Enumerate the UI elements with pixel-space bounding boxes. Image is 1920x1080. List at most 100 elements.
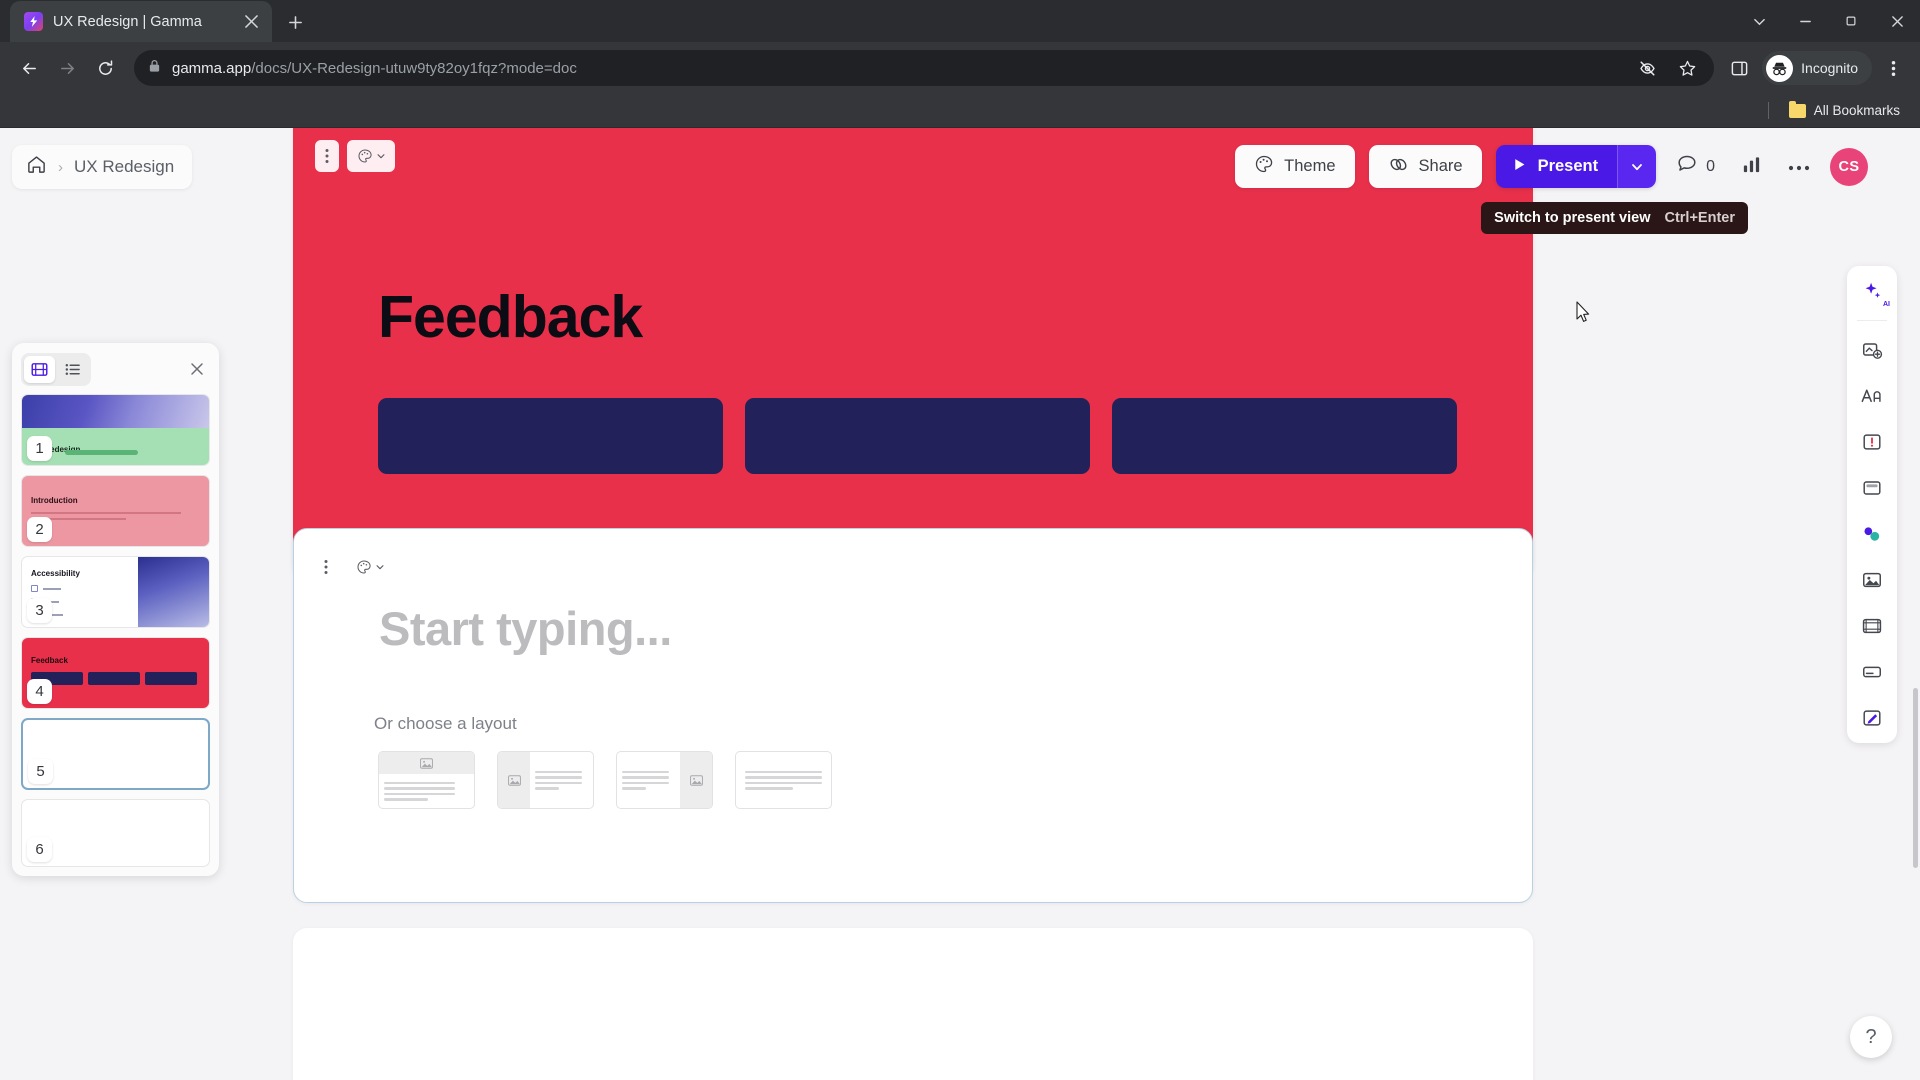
bookmark-star-icon[interactable] [1674,55,1700,81]
card-controls [315,140,395,172]
slides-panel-header [21,352,210,386]
tab-strip: UX Redesign | Gamma [0,0,1920,42]
present-label: Present [1537,157,1599,175]
address-bar[interactable]: gamma.app/docs/UX-Redesign-utuw9ty82oy1f… [134,50,1715,86]
maximize-icon[interactable] [1828,0,1874,42]
breadcrumb[interactable]: › UX Redesign [12,145,193,189]
play-icon [1512,157,1527,177]
list-item-number: 3 [27,598,52,623]
list-item[interactable]: Accessibility 3 [21,556,210,628]
profile-label: Incognito [1801,60,1858,76]
share-label: Share [1418,157,1463,175]
breadcrumb-title[interactable]: UX Redesign [74,157,174,177]
window-controls [1736,0,1920,42]
present-dropdown-button[interactable] [1617,145,1657,188]
document-canvas[interactable]: Feedback Start typing... Or choose a lay… [0,128,1920,1080]
image-icon [680,752,712,808]
list-item[interactable]: Introduction 2 [21,475,210,547]
minimize-to-tray-icon[interactable] [1736,0,1782,42]
help-button[interactable]: ? [1850,1016,1892,1058]
palette-icon [1254,154,1274,179]
list-view-icon[interactable] [57,356,88,383]
add-card-icon[interactable] [1853,333,1891,367]
back-arrow-icon[interactable] [12,51,46,85]
card-theme-button[interactable] [347,140,395,172]
tooltip-text: Switch to present view [1494,210,1651,226]
ellipsis-icon [1788,158,1810,176]
list-item-number: 1 [27,436,52,461]
shapes-icon[interactable] [1853,517,1891,551]
embed-icon[interactable] [1853,655,1891,689]
list-item[interactable]: 6 [21,799,210,867]
layout-option-text-left[interactable] [616,751,713,809]
drag-handle-icon[interactable] [314,551,338,583]
chevron-down-icon [1632,163,1642,170]
grid-view-icon[interactable] [24,355,55,383]
browser-tab[interactable]: UX Redesign | Gamma [10,1,272,42]
slide-block[interactable] [745,398,1090,474]
start-typing-placeholder[interactable]: Start typing... [379,601,672,656]
theme-button[interactable]: Theme [1235,145,1355,188]
card-controls [314,551,394,583]
list-item[interactable]: Feedback 4 [21,637,210,709]
empty-card[interactable]: Start typing... Or choose a layout [293,528,1533,903]
app-toolbar: Theme Share Present 0 CS [1235,145,1868,188]
layout-box-icon[interactable] [1853,471,1891,505]
vertical-scrollbar[interactable] [1913,688,1918,868]
drag-handle-icon[interactable] [315,140,339,172]
more-options-button[interactable] [1782,145,1816,188]
ai-sparkle-icon[interactable]: AI [1853,274,1891,308]
gamma-logo-icon [24,12,43,31]
avatar[interactable]: CS [1830,147,1868,186]
card-theme-button[interactable] [346,551,394,583]
analytics-button[interactable] [1735,145,1768,188]
omnibox-actions [1634,55,1700,81]
chart-icon [1741,154,1762,180]
close-icon[interactable] [184,356,210,382]
bookmarks-separator [1767,102,1769,119]
slide-card-feedback[interactable]: Feedback [293,128,1533,578]
choose-layout-label: Or choose a layout [374,714,517,733]
insert-rail: AI [1847,266,1897,743]
layout-options [378,751,832,809]
tooltip-shortcut: Ctrl+Enter [1664,210,1735,226]
layout-option-image-top[interactable] [378,751,475,809]
all-bookmarks-label: All Bookmarks [1813,103,1900,118]
all-bookmarks-button[interactable]: All Bookmarks [1783,100,1906,121]
present-button[interactable]: Present [1495,145,1618,188]
window-close-icon[interactable] [1874,0,1920,42]
slide-block[interactable] [378,398,723,474]
mouse-cursor [1575,301,1591,330]
comments-button[interactable]: 0 [1670,145,1721,188]
link-icon [1388,154,1409,180]
video-icon[interactable] [1853,609,1891,643]
next-card[interactable] [293,928,1533,1080]
chrome-menu-icon[interactable] [1878,51,1908,85]
draw-icon[interactable] [1853,701,1891,735]
list-item[interactable]: 5 [21,718,210,790]
share-button[interactable]: Share [1368,145,1482,188]
text-icon[interactable] [1853,379,1891,413]
address-bar-url: gamma.app/docs/UX-Redesign-utuw9ty82oy1f… [172,60,577,77]
home-icon[interactable] [26,154,47,180]
slide-block[interactable] [1112,398,1457,474]
eye-off-icon[interactable] [1634,55,1660,81]
url-domain: gamma.app [172,59,252,77]
layout-option-image-left[interactable] [497,751,594,809]
image-icon[interactable] [1853,563,1891,597]
minimize-icon[interactable] [1782,0,1828,42]
reload-icon[interactable] [88,51,122,85]
callout-icon[interactable] [1853,425,1891,459]
bookmarks-bar: All Bookmarks [0,94,1920,128]
incognito-icon [1766,54,1794,82]
side-panel-icon[interactable] [1726,55,1752,81]
forward-arrow-icon[interactable] [50,51,84,85]
view-toggle [21,352,91,386]
layout-option-full-text[interactable] [735,751,832,809]
gamma-app: Feedback Start typing... Or choose a lay… [0,128,1920,1080]
profile-incognito-button[interactable]: Incognito [1762,51,1872,85]
new-tab-button[interactable] [278,5,312,39]
list-item[interactable]: UX Redesign 1 [21,394,210,466]
close-icon[interactable] [240,11,262,33]
list-item-label: Accessibility [31,569,80,578]
